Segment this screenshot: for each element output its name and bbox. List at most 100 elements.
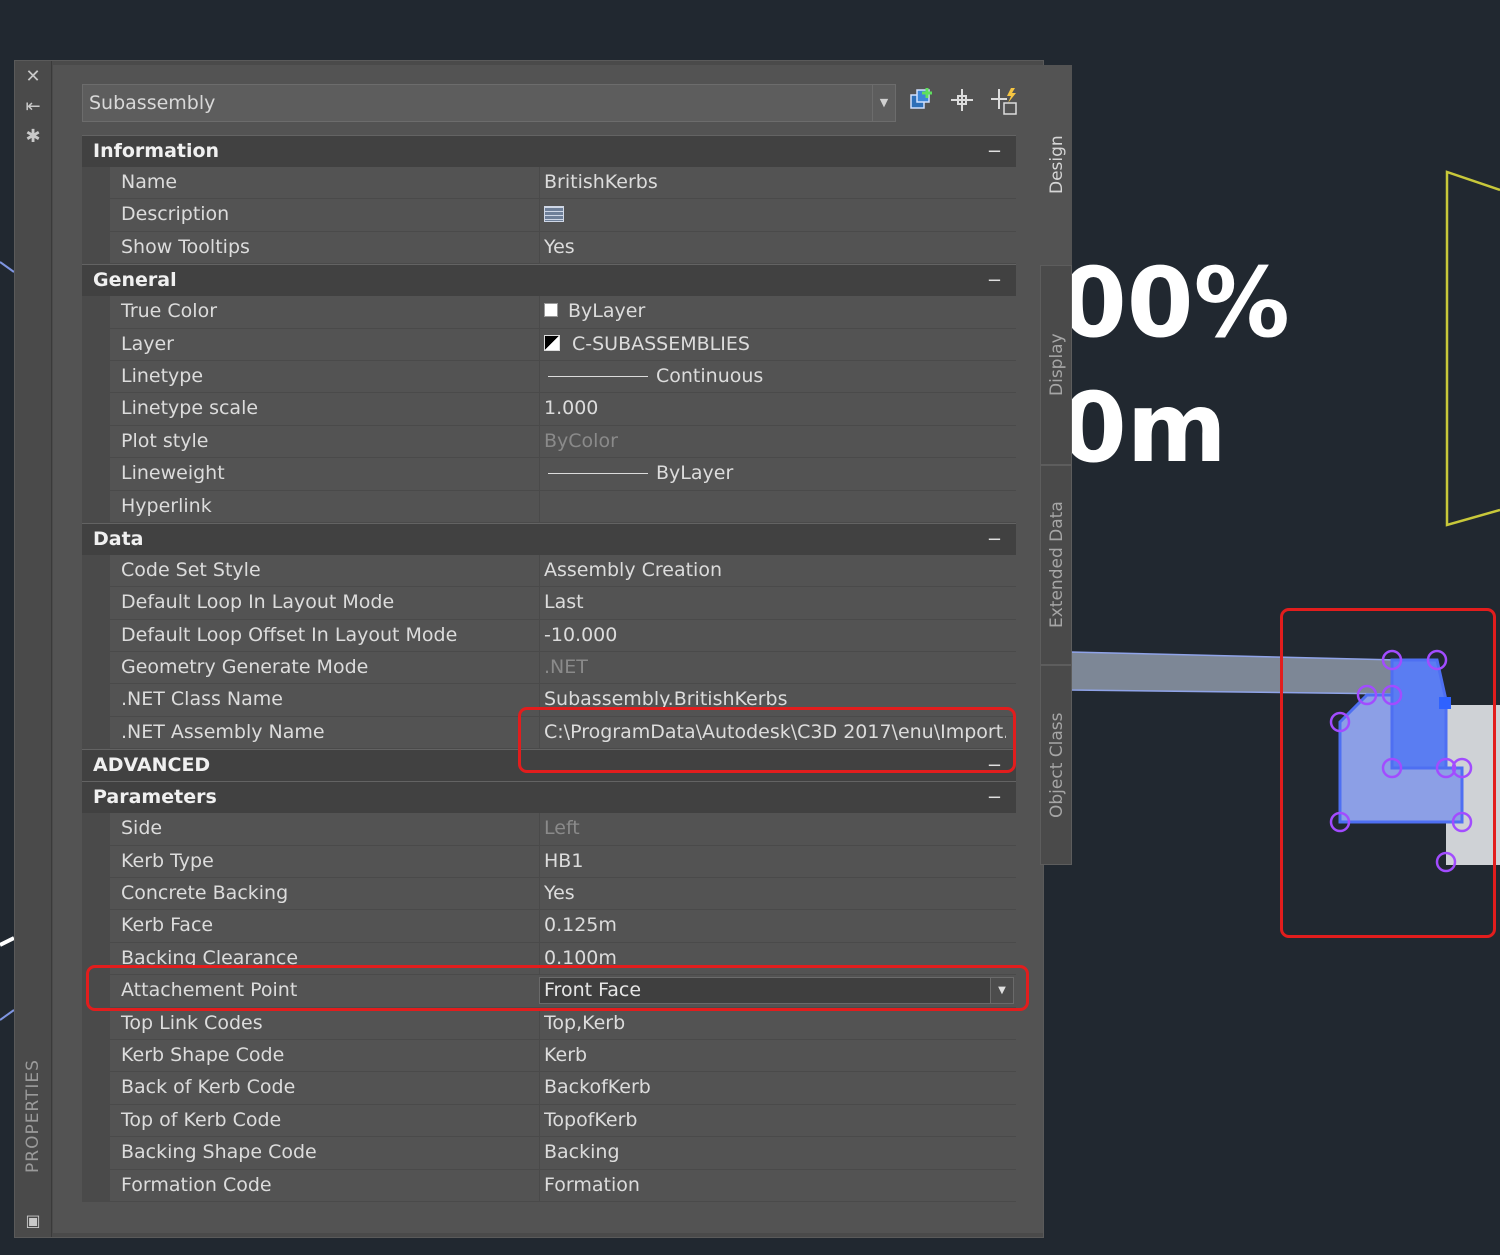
- property-grid: Information − Name BritishKerbs Descripti…: [82, 135, 1016, 1202]
- property-row[interactable]: Kerb Type HB1: [82, 845, 1016, 879]
- attachment-point-highlight-box: [86, 965, 1029, 1011]
- property-row[interactable]: Kerb Face 0.125m: [82, 910, 1016, 943]
- chevron-down-icon[interactable]: ▼: [872, 85, 895, 121]
- property-label: Lineweight: [121, 462, 225, 485]
- property-value[interactable]: TopofKerb: [544, 1105, 1006, 1135]
- property-row[interactable]: Hyperlink: [82, 490, 1016, 523]
- property-row[interactable]: Concrete Backing Yes: [82, 878, 1016, 911]
- select-objects-icon[interactable]: [946, 86, 978, 118]
- property-value[interactable]: Top,Kerb: [544, 1008, 1006, 1038]
- category-data[interactable]: Data −: [82, 522, 1016, 555]
- palette-menu-icon[interactable]: ▣: [23, 1211, 43, 1231]
- property-value[interactable]: -10.000: [544, 620, 1006, 650]
- property-value[interactable]: Assembly Creation: [544, 555, 1006, 585]
- property-row[interactable]: Plot style ByColor: [82, 425, 1016, 459]
- property-row[interactable]: Back of Kerb Code BackofKerb: [82, 1072, 1016, 1105]
- property-value[interactable]: BritishKerbs: [544, 167, 1006, 197]
- palette-settings-icon[interactable]: ✱: [23, 127, 43, 147]
- property-row[interactable]: Lineweight ByLayer: [82, 458, 1016, 491]
- property-label: Code Set Style: [121, 558, 261, 581]
- property-label: Default Loop In Layout Mode: [121, 591, 395, 614]
- property-row[interactable]: Linetype Continuous: [82, 360, 1016, 394]
- lineweight-sample-icon: [548, 473, 648, 475]
- tab-extended-data[interactable]: Extended Data: [1040, 465, 1072, 665]
- property-row[interactable]: Name BritishKerbs: [82, 167, 1016, 200]
- close-icon[interactable]: ✕: [23, 67, 43, 87]
- property-label: Name: [121, 171, 178, 193]
- property-row[interactable]: Layer C-SUBASSEMBLIES: [82, 328, 1016, 361]
- property-row[interactable]: Linetype scale 1.000: [82, 393, 1016, 426]
- autohide-icon[interactable]: ⇤: [23, 97, 43, 117]
- property-value[interactable]: Continuous: [544, 361, 1006, 391]
- category-parameters[interactable]: Parameters −: [82, 781, 1016, 814]
- property-row[interactable]: Show Tooltips Yes: [82, 231, 1016, 265]
- object-type-select[interactable]: Subassembly ▼: [82, 84, 896, 122]
- property-value[interactable]: Yes: [544, 232, 1006, 262]
- property-value[interactable]: Kerb: [544, 1040, 1006, 1070]
- property-label: .NET Assembly Name: [121, 720, 325, 743]
- property-value[interactable]: ByLayer: [544, 458, 1006, 488]
- description-table-icon[interactable]: [544, 205, 564, 222]
- property-label: Geometry Generate Mode: [121, 656, 369, 679]
- subassembly-highlight-box: [1280, 608, 1496, 938]
- property-label: Top of Kerb Code: [121, 1108, 282, 1131]
- linetype-sample-icon: [548, 375, 648, 377]
- property-value[interactable]: 1.000: [544, 393, 1006, 423]
- property-value[interactable]: [544, 199, 1006, 229]
- property-label: Description: [121, 203, 230, 226]
- quick-select-icon[interactable]: [988, 86, 1020, 118]
- property-label: Linetype scale: [121, 397, 259, 420]
- property-row[interactable]: True Color ByLayer: [82, 296, 1016, 329]
- color-swatch-icon: [544, 303, 558, 318]
- property-value[interactable]: C-SUBASSEMBLIES: [544, 329, 1006, 359]
- property-row[interactable]: Formation Code Formation: [82, 1169, 1016, 1202]
- category-title: Information: [93, 140, 220, 162]
- property-value: .NET: [544, 656, 588, 679]
- category-title: General: [93, 269, 177, 292]
- property-value[interactable]: 0.125m: [544, 910, 1006, 940]
- property-value[interactable]: ByLayer: [544, 296, 1006, 326]
- tab-object-class[interactable]: Object Class: [1040, 665, 1072, 865]
- property-label: Kerb Type: [121, 849, 214, 872]
- tab-design[interactable]: Design: [1040, 65, 1072, 265]
- property-value[interactable]: HB1: [544, 846, 1006, 876]
- property-value[interactable]: Backing: [544, 1137, 1006, 1167]
- collapse-icon[interactable]: −: [987, 782, 1002, 813]
- property-value[interactable]: Yes: [544, 878, 1006, 908]
- property-value[interactable]: Formation: [544, 1170, 1006, 1200]
- collapse-icon[interactable]: −: [987, 136, 1002, 167]
- property-row[interactable]: Geometry Generate Mode .NET: [82, 652, 1016, 685]
- collapse-icon[interactable]: −: [987, 524, 1002, 555]
- property-label: .NET Class Name: [121, 688, 283, 711]
- assembly-name-highlight-box: [518, 707, 1016, 773]
- toggle-pickadd-icon[interactable]: [906, 86, 938, 118]
- palette-tabs: Design Display Extended Data Object Clas…: [1040, 65, 1072, 865]
- property-row[interactable]: Code Set Style Assembly Creation: [82, 554, 1016, 588]
- tab-display[interactable]: Display: [1040, 265, 1072, 465]
- property-label: Plot style: [121, 429, 209, 452]
- property-row[interactable]: Default Loop In Layout Mode Last: [82, 587, 1016, 620]
- property-value: Left: [544, 817, 580, 840]
- collapse-icon[interactable]: −: [987, 265, 1002, 296]
- category-information[interactable]: Information −: [82, 135, 1016, 167]
- property-row[interactable]: Kerb Shape Code Kerb: [82, 1039, 1016, 1073]
- canvas-line: [0, 261, 15, 273]
- property-label: Linetype: [121, 364, 204, 387]
- canvas-percent-text: 00%: [1060, 247, 1290, 359]
- property-label: Concrete Backing: [121, 882, 289, 905]
- category-title: ADVANCED: [93, 754, 211, 777]
- property-row[interactable]: Backing Shape Code Backing: [82, 1137, 1016, 1170]
- property-value[interactable]: BackofKerb: [544, 1072, 1006, 1102]
- property-label: Layer: [121, 332, 174, 355]
- category-general[interactable]: General −: [82, 264, 1016, 297]
- property-label: Top Link Codes: [121, 1011, 263, 1034]
- property-value[interactable]: Last: [544, 587, 1006, 617]
- property-row[interactable]: Top of Kerb Code TopofKerb: [82, 1104, 1016, 1138]
- property-row[interactable]: Top Link Codes Top,Kerb: [82, 1007, 1016, 1040]
- property-row[interactable]: Description: [82, 199, 1016, 232]
- canvas-length-text: 0m: [1060, 372, 1227, 484]
- object-type-value: Subassembly: [89, 92, 216, 114]
- property-row[interactable]: Side Left: [82, 813, 1016, 846]
- layer-icon: [544, 334, 560, 351]
- property-row[interactable]: Default Loop Offset In Layout Mode -10.00…: [82, 619, 1016, 653]
